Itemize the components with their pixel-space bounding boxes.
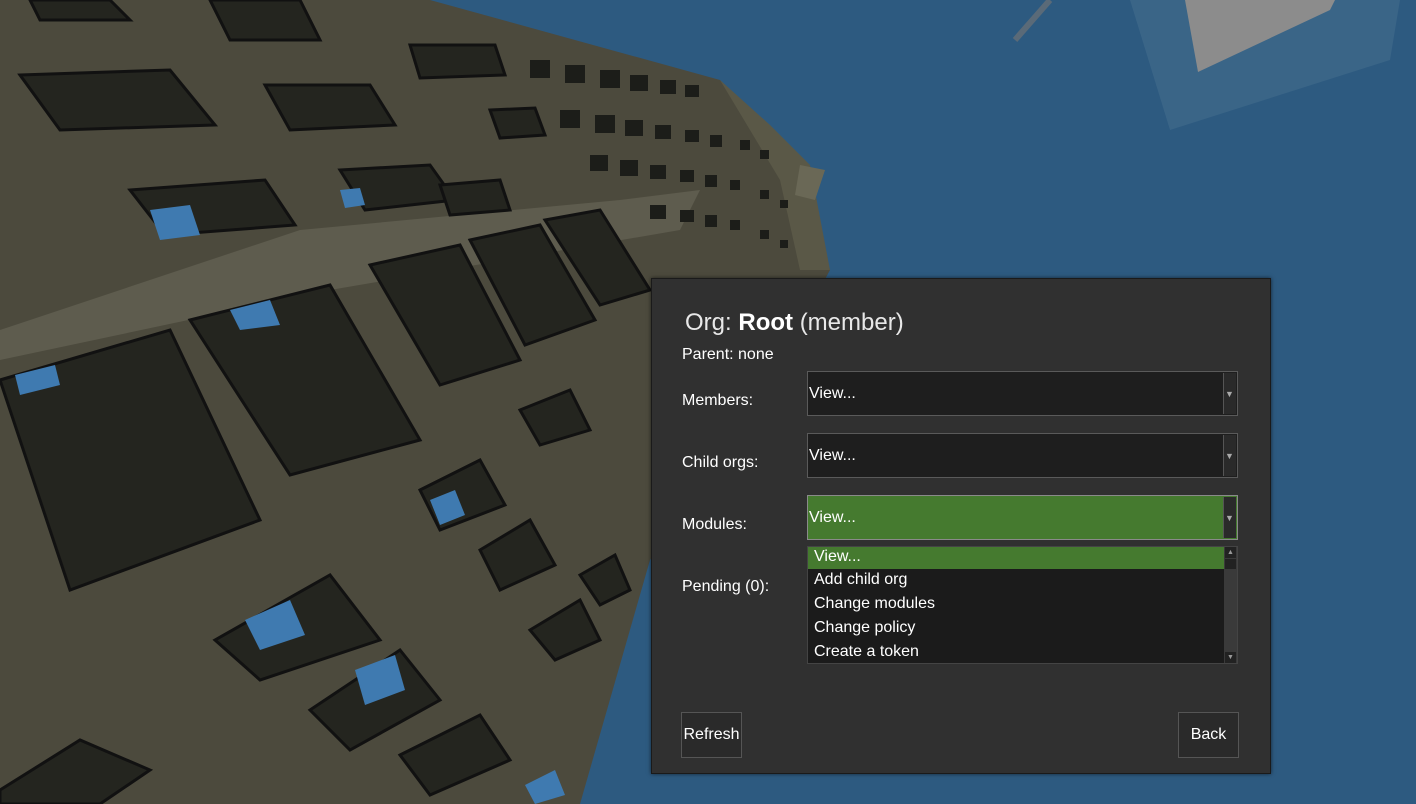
modules-label: Modules: — [682, 516, 747, 533]
scroll-up-icon[interactable]: ▲ — [1225, 547, 1236, 558]
modules-dropdown-arrow[interactable]: ▼ — [1223, 497, 1236, 538]
child-orgs-dropdown-arrow[interactable]: ▼ — [1223, 435, 1236, 476]
modules-select-value: View... — [809, 509, 856, 526]
chevron-down-icon: ▼ — [1225, 389, 1234, 399]
members-label: Members: — [682, 392, 754, 409]
title-prefix: Org: — [685, 309, 732, 336]
org-name: Root — [738, 309, 794, 336]
members-select[interactable]: View... ▼ — [807, 371, 1238, 416]
members-select-value: View... — [809, 385, 856, 402]
modules-select[interactable]: View... ▼ — [807, 495, 1238, 540]
pending-label: Pending (0): — [682, 578, 770, 595]
dropdown-option-change-policy[interactable]: Change policy — [808, 618, 1226, 640]
child-orgs-select-value: View... — [809, 447, 856, 464]
back-button[interactable]: Back — [1178, 712, 1239, 758]
org-dialog: Org: Root (member) Parent: none Members:… — [651, 278, 1271, 774]
dropdown-option-create-token[interactable]: Create a token — [808, 642, 1226, 664]
scroll-down-icon[interactable]: ▼ — [1225, 652, 1236, 663]
membership-status: (member) — [799, 309, 904, 336]
dropdown-option-change-modules[interactable]: Change modules — [808, 594, 1226, 616]
chevron-down-icon: ▼ — [1225, 451, 1234, 461]
modules-dropdown-list[interactable]: View... Add child org Change modules Cha… — [807, 546, 1238, 664]
parent-label: Parent: none — [682, 346, 774, 363]
chevron-down-icon: ▼ — [1225, 513, 1234, 523]
dropdown-option-add-child-org[interactable]: Add child org — [808, 570, 1226, 592]
scrollbar-thumb[interactable] — [1225, 559, 1236, 569]
members-dropdown-arrow[interactable]: ▼ — [1223, 373, 1236, 414]
child-orgs-label: Child orgs: — [682, 454, 759, 471]
dropdown-scrollbar[interactable]: ▲ ▼ — [1224, 547, 1237, 663]
child-orgs-select[interactable]: View... ▼ — [807, 433, 1238, 478]
dropdown-option-view[interactable]: View... — [808, 547, 1226, 569]
refresh-button[interactable]: Refresh — [681, 712, 742, 758]
dialog-title: Org: Root (member) — [685, 309, 904, 337]
